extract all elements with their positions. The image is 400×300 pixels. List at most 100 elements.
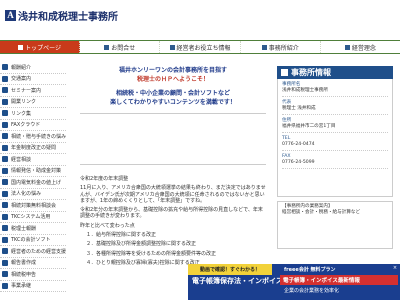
sidebar-item-label: 国内電気料金の値上げ — [11, 179, 62, 186]
nav-bullet-icon — [169, 44, 175, 50]
notice-box: 【事務所内の業務案内】 経営相談・会計・税務・給与計算など — [277, 201, 393, 249]
close-icon[interactable]: × — [392, 265, 398, 271]
menu-icon — [2, 133, 8, 140]
site-header: A 浅井和成税理士事務所 — [0, 0, 400, 34]
sidebar-item-label: 法人化の悩み — [11, 191, 42, 198]
sidebar-item[interactable]: 報告書作成 — [0, 258, 66, 269]
sidebar-item[interactable]: 相続・贈与手続きの悩み — [0, 131, 66, 143]
nav-philosophy[interactable]: 経営理念 — [321, 41, 400, 53]
logo-icon[interactable]: A — [5, 10, 16, 21]
menu-icon — [2, 121, 8, 128]
sidebar-item[interactable]: 相続税申告 — [0, 269, 66, 281]
office-info-box: 事務所名 浅井和成税理士事務所 代表 税理士 浅井和成 住所 福井県福井市二の宮1丁目… — [277, 79, 393, 197]
sidebar-item-label: 相続・贈与手続きの悩み — [11, 133, 66, 140]
fax-number: 0776-24-5099 — [282, 160, 315, 165]
greeting: 福井ホンリーワンの会計事務所を目指す 税理士のＨＰへようこそ！ 相続税・中小企業… — [80, 66, 266, 107]
sidebar-item-label: FAXクラウド — [11, 122, 41, 129]
ad-banner[interactable]: 動画で確認！すぐわかる！ 電子帳簿保存法・インボイス対応 freee会計 無料プ… — [188, 264, 400, 300]
menu-icon — [2, 179, 8, 186]
article-heading: 令和2年度の年末調整 — [80, 176, 129, 182]
office-info-panel: 事務所情報 事務所名 浅井和成税理士事務所 代表 税理士 浅井和成 住所 福井県福井市… — [277, 66, 393, 249]
nav-office[interactable]: 事務所紹介 — [241, 41, 321, 53]
ad-subtext: 企業の会計業務を効率化 — [284, 288, 340, 294]
sidebar-item[interactable]: セミナー案内 — [0, 85, 66, 97]
sidebar-item[interactable]: TKCの会計ソフト — [0, 235, 66, 246]
ad-badge: 動画で確認！すぐわかる！ — [188, 264, 272, 275]
office-name: 浅井和成税理士事務所 — [282, 88, 328, 93]
office-info-title: 事務所情報 — [277, 66, 393, 79]
sidebar-item-label: 相続税申告 — [11, 271, 37, 278]
sidebar-item[interactable]: 情報発信・助成金対策 — [0, 166, 66, 177]
menu-icon — [2, 156, 8, 163]
nav-top[interactable]: トップページ — [0, 41, 81, 53]
sidebar-item[interactable]: 事業承継 — [0, 281, 66, 292]
banner-area — [80, 113, 266, 165]
nav-label: お問合せ — [111, 44, 136, 52]
greeting-line-4: 楽しくてわかりやすいコンテンツを満載です！ — [110, 99, 236, 106]
sidebar-item[interactable]: 報酬紹介 — [0, 62, 66, 74]
greeting-line-3: 相続税・中小企業の顧問・会計ソフトなど — [115, 90, 230, 97]
notice-text: 経営相談・会計・税務・給与計算など — [282, 210, 361, 215]
representative: 税理士 浅井和成 — [282, 106, 316, 111]
greeting-line-2: 税理士のＨＰへようこそ！ — [136, 76, 209, 83]
list-item: ３．各種所得控除等を受けるための所得金額要件等の改正 — [86, 250, 217, 257]
greeting-line-1: 福井ホンリーワンの会計事務所を目指す — [118, 67, 227, 74]
sidebar-item-label: 経営相談 — [11, 156, 32, 163]
sidebar-item-label: 交通案内 — [11, 76, 32, 83]
sidebar-item[interactable]: 開業リンク — [0, 97, 66, 108]
menu-icon — [2, 64, 8, 71]
nav-bullet-icon — [104, 44, 110, 50]
ad-right-panel: freee会計 無料プラン 電子帳簿・インボイス最新情報 企業の会計業務を効率化 — [280, 266, 398, 298]
sidebar-item[interactable]: 国内電気料金の値上げ — [0, 177, 66, 189]
sidebar-item-label: 報酬紹介 — [11, 64, 32, 71]
nav-bullet-icon — [261, 44, 267, 50]
sidebar-item[interactable]: 相続対策無料相談会 — [0, 200, 66, 212]
menu-icon — [2, 98, 8, 105]
sidebar-item-label: 税理士報酬 — [11, 225, 37, 232]
sidebar-item-label: 年金制度改正の疑問 — [11, 145, 57, 152]
nav-contact[interactable]: お問合せ — [80, 41, 161, 53]
sidebar-item-label: 相続対策無料相談会 — [11, 202, 57, 209]
ad-cta[interactable]: 電子帳簿・インボイス最新情報 — [280, 275, 398, 285]
nav-bullet-icon — [344, 44, 350, 50]
sidebar-item-label: 開業リンク — [11, 99, 37, 106]
site-title[interactable]: 浅井和成税理士事務所 — [18, 8, 118, 23]
sidebar-item[interactable]: 経営相談 — [0, 154, 66, 166]
list-item: １．給与所得控除に関する改正 — [86, 232, 157, 239]
global-nav: トップページ お問合せ 経営者お役立ち情報 事務所紹介 経営理念 — [0, 40, 400, 54]
nav-label: トップページ — [25, 44, 62, 52]
menu-icon — [2, 282, 8, 289]
sidebar-item-label: セミナー案内 — [11, 87, 42, 94]
nav-label: 経営理念 — [351, 44, 376, 52]
phone-link[interactable]: 0776-24-0474 — [282, 142, 388, 148]
sidebar-item[interactable]: 法人化の悩み — [0, 189, 66, 200]
menu-icon — [2, 190, 8, 197]
sidebar-item[interactable]: 年金制度改正の疑問 — [0, 143, 66, 154]
sidebar-item[interactable]: リンク集 — [0, 108, 66, 120]
menu-icon — [2, 248, 8, 255]
sidebar-item[interactable]: 経営者のための経営支援 — [0, 246, 66, 258]
sidebar-item-label: 報告書作成 — [11, 260, 37, 267]
sidebar-item-label: 事業承継 — [11, 283, 32, 290]
sidebar-item[interactable]: FAXクラウド — [0, 120, 66, 131]
menu-icon — [2, 271, 8, 278]
address: 福井県福井市二の宮1丁目 — [282, 124, 336, 129]
ad-product: freee会計 無料プラン — [284, 267, 336, 273]
sidebar-item[interactable]: 税理士報酬 — [0, 223, 66, 235]
sidebar-item[interactable]: 交通案内 — [0, 74, 66, 85]
nav-useful-info[interactable]: 経営者お役立ち情報 — [160, 41, 241, 53]
sidebar-item-label: TKCの会計ソフト — [11, 237, 51, 244]
sidebar-item-label: TKCシステム活用 — [11, 214, 51, 221]
list-item: ２．基礎控除及び所得金額調整控除に関する改正 — [86, 241, 197, 248]
nav-label: 事務所紹介 — [268, 44, 299, 52]
menu-icon — [2, 259, 8, 266]
sidebar-item-label: 経営者のための経営支援 — [11, 248, 66, 255]
menu-icon — [2, 202, 8, 209]
menu-icon — [2, 144, 8, 151]
sidebar-item-label: リンク集 — [11, 110, 32, 117]
article-paragraph: 令和2年分の年末調整から、基礎控除の拡充や給与所得控除の見直しなどで、年末調整の… — [80, 207, 263, 220]
sidebar-item[interactable]: TKCシステム活用 — [0, 212, 66, 223]
menu-icon — [2, 75, 8, 82]
title-bullet-icon — [281, 69, 288, 76]
nav-label: 経営者お役立ち情報 — [176, 44, 231, 52]
